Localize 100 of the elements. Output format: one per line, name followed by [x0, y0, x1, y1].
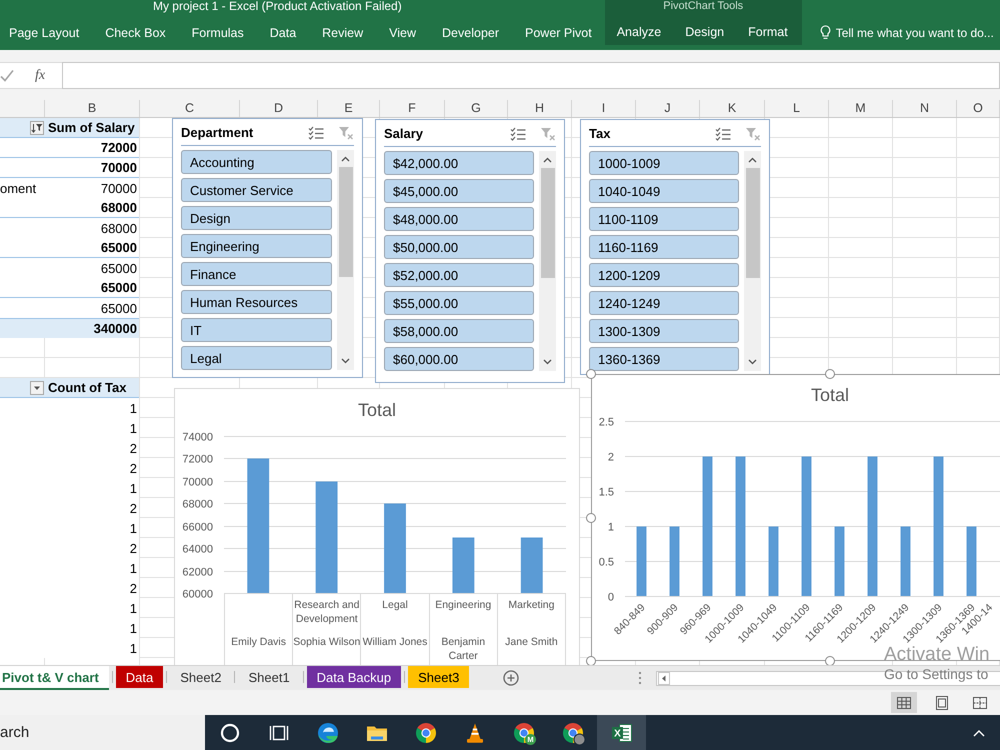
resize-handle[interactable] — [586, 512, 596, 522]
slicer-item[interactable]: 1000-1009 — [589, 151, 740, 175]
add-sheet-icon[interactable] — [503, 670, 520, 686]
ribbon-tab[interactable]: Power Pivot — [512, 20, 605, 46]
normal-view-button[interactable] — [891, 692, 917, 713]
ribbon-tab[interactable]: Format — [736, 20, 800, 45]
chevron-down-icon[interactable] — [748, 359, 758, 365]
column-header[interactable]: C — [140, 100, 240, 117]
slicer-title: Salary — [384, 126, 424, 141]
axis-label: Legal — [382, 598, 408, 612]
ribbon-tab[interactable]: View — [376, 20, 430, 46]
ribbon-tab[interactable]: Data — [256, 20, 310, 46]
sheet-tab[interactable]: Sheet1 — [238, 666, 300, 688]
pivot-value: 1 — [130, 400, 137, 416]
multi-select-icon[interactable] — [510, 126, 526, 140]
slicer-item[interactable]: $55,000.00 — [384, 291, 534, 315]
multi-select-icon[interactable] — [715, 126, 731, 140]
slicer-item[interactable]: 1100-1109 — [589, 207, 740, 231]
resize-handle[interactable] — [586, 369, 596, 379]
ribbon-tab[interactable]: Developer — [429, 20, 512, 46]
taskbar-button[interactable]: X — [597, 715, 646, 750]
slicer-item[interactable]: Accounting — [181, 150, 332, 174]
slicer-item[interactable]: $42,000.00 — [384, 151, 534, 175]
slicer-item[interactable]: 1240-1249 — [589, 291, 740, 315]
row-label: oment — [0, 180, 36, 196]
scroll-left-icon[interactable] — [658, 672, 670, 685]
ribbon-tab[interactable]: Design — [673, 20, 736, 45]
formula-field[interactable] — [62, 62, 1000, 89]
resize-handle[interactable] — [825, 369, 835, 379]
slicer-item[interactable]: 1300-1309 — [589, 319, 740, 343]
axis-label: 64000 — [182, 544, 213, 556]
search-field[interactable]: arch — [0, 715, 205, 750]
column-header[interactable]: M — [829, 100, 893, 117]
checkmark-icon[interactable] — [0, 68, 14, 82]
slicer-item[interactable]: Finance — [181, 262, 332, 286]
slicer-item[interactable]: Customer Service — [181, 178, 332, 202]
axis-label: 1 — [608, 522, 614, 534]
slicer-item[interactable]: $45,000.00 — [384, 179, 534, 203]
axis-label: Sophia Wilson — [293, 635, 360, 649]
pivot-value: 2 — [130, 500, 137, 516]
slicer-item[interactable]: $48,000.00 — [384, 207, 534, 231]
column-header[interactable]: O — [957, 100, 1000, 117]
pivot-column-header: Sum of Salary — [48, 120, 135, 135]
chevron-down-icon[interactable] — [543, 359, 552, 365]
column-header[interactable]: H — [508, 100, 572, 117]
chevron-up-icon[interactable] — [341, 156, 350, 162]
pivot-value: 1 — [130, 520, 137, 536]
insert-function-button[interactable]: fx — [33, 68, 48, 84]
column-header[interactable]: N — [893, 100, 957, 117]
window-title: My project 1 - Excel (Product Activation Failed) — [152, 0, 402, 13]
pivot-value: 70000 — [100, 160, 137, 175]
slicer-title: Department — [181, 125, 254, 140]
sheet-tab[interactable]: Pivot t& V chart — [0, 666, 109, 690]
multi-select-icon[interactable] — [308, 126, 324, 140]
column-header[interactable]: K — [700, 100, 765, 117]
ribbon-tab[interactable]: Check Box — [92, 20, 179, 46]
slicer-item[interactable]: IT — [181, 318, 332, 342]
scrollbar-thumb[interactable] — [746, 168, 760, 278]
column-header[interactable]: D — [240, 100, 318, 117]
slicer-item[interactable]: 1040-1049 — [589, 179, 740, 203]
sheet-tab[interactable]: Sheet3 — [408, 666, 470, 688]
column-header[interactable]: E — [318, 100, 380, 117]
scrollbar-thumb[interactable] — [540, 168, 555, 278]
slicer-item[interactable]: 1200-1209 — [589, 263, 740, 287]
slicer-item[interactable]: $52,000.00 — [384, 263, 534, 287]
slicer-item[interactable]: $50,000.00 — [384, 235, 534, 259]
slicer-item[interactable]: 1160-1169 — [589, 235, 740, 259]
dropdown-icon[interactable] — [30, 380, 44, 394]
column-header[interactable]: I — [572, 100, 636, 117]
scrollbar-thumb[interactable] — [338, 167, 352, 277]
slicer-item[interactable]: Legal — [181, 346, 332, 370]
ribbon-tab[interactable]: Formulas — [178, 20, 257, 46]
sheet-tab[interactable]: Sheet2 — [170, 666, 232, 688]
slicer-item[interactable]: $60,000.00 — [384, 347, 534, 371]
resize-handle[interactable] — [825, 656, 835, 665]
sheet-tab[interactable]: Data Backup — [306, 666, 402, 688]
slicer-item[interactable]: Human Resources — [181, 290, 332, 314]
resize-handle[interactable] — [586, 656, 596, 665]
column-header[interactable]: J — [636, 100, 700, 117]
vertical-dots-icon[interactable] — [638, 671, 642, 685]
chevron-down-icon[interactable] — [341, 358, 350, 364]
column-header[interactable]: B — [45, 100, 140, 117]
pivot-value: 72000 — [100, 140, 137, 155]
sheet-tab[interactable]: Data — [116, 666, 164, 688]
column-header[interactable]: L — [765, 100, 829, 117]
slicer-item[interactable]: $58,000.00 — [384, 319, 534, 343]
sort-filter-icon[interactable] — [30, 120, 44, 134]
chevron-up-icon[interactable] — [543, 157, 552, 163]
axis-label: William Jones — [362, 635, 428, 649]
slicer-item[interactable]: Engineering — [181, 234, 332, 258]
ribbon-tab[interactable]: Page Layout — [0, 20, 92, 46]
ribbon-tab[interactable]: Analyze — [604, 20, 674, 45]
column-header[interactable]: G — [445, 100, 508, 117]
chevron-up-icon[interactable] — [748, 157, 758, 163]
slicer-item[interactable]: 1360-1369 — [589, 347, 740, 371]
tell-me-field[interactable]: Tell me what you want to do... — [836, 25, 1000, 41]
ribbon-tab[interactable]: Review — [309, 20, 376, 46]
page-icon — [934, 696, 950, 710]
column-header[interactable]: F — [380, 100, 445, 117]
slicer-item[interactable]: Design — [181, 206, 332, 230]
